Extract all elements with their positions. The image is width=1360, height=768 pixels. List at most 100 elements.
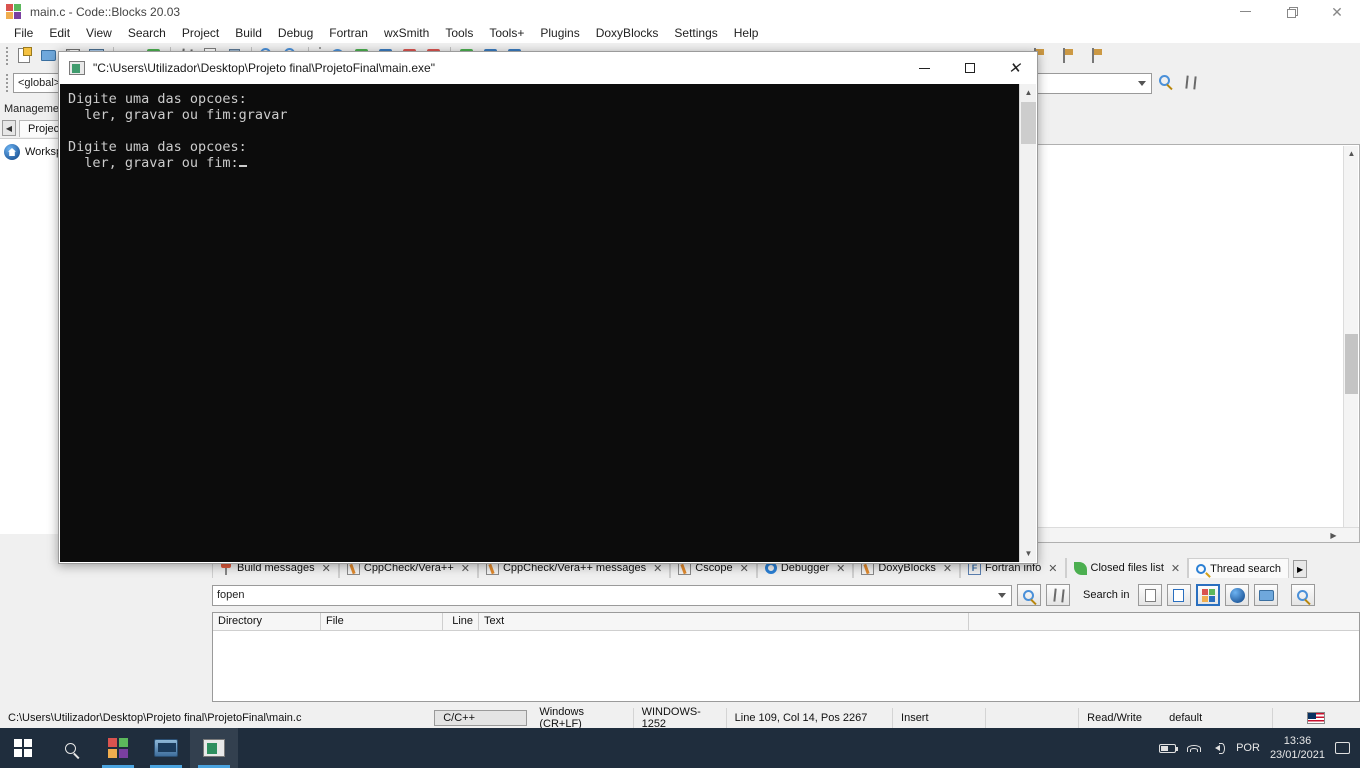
- console-window[interactable]: "C:\Users\Utilizador\Desktop\Projeto fin…: [58, 51, 1038, 564]
- symbol-settings-button[interactable]: [1180, 72, 1202, 94]
- menu-doxyblocks[interactable]: DoxyBlocks: [588, 24, 667, 42]
- new-file-button[interactable]: [14, 45, 36, 67]
- close-icon[interactable]: ✕: [1048, 562, 1057, 575]
- taskbar-codeblocks[interactable]: [94, 728, 142, 768]
- menu-search[interactable]: Search: [120, 24, 174, 42]
- close-icon: ✕: [1331, 3, 1343, 20]
- status-profile: default: [1161, 708, 1273, 728]
- editor-scroll-thumb[interactable]: [1345, 334, 1358, 394]
- menu-tools-plus[interactable]: Tools+: [481, 24, 532, 42]
- thread-search-toolbar: fopen Search in: [212, 582, 1360, 608]
- menu-plugins[interactable]: Plugins: [532, 24, 587, 42]
- open-folder-icon: [41, 50, 56, 61]
- taskbar-search-button[interactable]: [46, 728, 94, 768]
- column-header-line[interactable]: Line: [443, 613, 479, 630]
- console-app-icon: [69, 61, 85, 75]
- language-indicator[interactable]: POR: [1236, 742, 1260, 754]
- close-button[interactable]: ✕: [1314, 0, 1360, 23]
- codeblocks-logo-icon: [108, 738, 128, 758]
- console-scroll-thumb[interactable]: [1021, 102, 1036, 144]
- start-button[interactable]: [0, 728, 46, 768]
- clear-flags-button[interactable]: [1086, 45, 1108, 67]
- scope-combo-value: <global>: [18, 77, 61, 89]
- volume-icon[interactable]: [1212, 742, 1226, 754]
- scroll-up-icon[interactable]: ▲: [1020, 84, 1036, 101]
- search-in-open-files-button[interactable]: [1167, 584, 1192, 606]
- status-insert-mode: Insert: [893, 708, 987, 728]
- us-flag-icon: [1307, 712, 1326, 724]
- preview-button[interactable]: [1291, 584, 1316, 606]
- scroll-down-icon[interactable]: ▼: [1020, 545, 1036, 562]
- column-header-text[interactable]: Text: [479, 613, 969, 630]
- taskbar-console[interactable]: [190, 728, 238, 768]
- clock-date: 23/01/2021: [1269, 749, 1325, 761]
- next-flag-icon: [1063, 48, 1073, 63]
- column-header-directory[interactable]: Directory: [213, 613, 321, 630]
- scroll-right-icon[interactable]: ▶: [1326, 528, 1341, 543]
- toolbar-grip[interactable]: [4, 46, 11, 66]
- menu-wxsmith[interactable]: wxSmith: [376, 24, 437, 42]
- tab-scroll-left-button[interactable]: ◀: [2, 120, 16, 136]
- log-tab-closed-files-list[interactable]: Closed files list ✕: [1065, 558, 1189, 578]
- menu-help[interactable]: Help: [726, 24, 767, 42]
- close-icon: ✕: [1008, 59, 1021, 77]
- clock[interactable]: 13:36 23/01/2021: [1270, 734, 1325, 762]
- scope-toolbar-grip[interactable]: [4, 73, 11, 93]
- wifi-icon[interactable]: [1186, 742, 1202, 754]
- window-title: main.c - Code::Blocks 20.03: [30, 4, 181, 19]
- thread-search-run-button[interactable]: [1017, 584, 1041, 606]
- close-icon[interactable]: ✕: [1171, 562, 1180, 575]
- column-header-file[interactable]: File: [321, 613, 443, 630]
- console-vertical-scrollbar[interactable]: ▲ ▼: [1019, 84, 1036, 562]
- new-file-icon: [18, 47, 32, 63]
- search-in-label: Search in: [1083, 589, 1130, 601]
- restore-button[interactable]: [1268, 0, 1314, 23]
- log-tab-thread-search[interactable]: Thread search: [1188, 558, 1290, 578]
- notification-icon[interactable]: [1335, 742, 1350, 754]
- menu-tools[interactable]: Tools: [437, 24, 481, 42]
- symbol-find-button[interactable]: [1156, 72, 1178, 94]
- search-in-project-button[interactable]: [1138, 584, 1163, 606]
- menu-file[interactable]: File: [6, 24, 41, 42]
- menu-project[interactable]: Project: [174, 24, 227, 42]
- magnifier-icon: [1023, 590, 1034, 601]
- thread-search-options-button[interactable]: [1046, 584, 1070, 606]
- thread-search-input[interactable]: fopen: [212, 584, 1012, 606]
- search-in-directory-button[interactable]: [1225, 584, 1250, 606]
- console-line-1: Digite uma das opcoes:: [68, 91, 247, 107]
- tab-overflow-button[interactable]: ▶: [1293, 560, 1308, 578]
- taskbar-remote[interactable]: [142, 728, 190, 768]
- chevron-down-icon: [998, 593, 1006, 598]
- menu-build[interactable]: Build: [227, 24, 270, 42]
- editor-vertical-scrollbar[interactable]: ▲ ▼: [1343, 146, 1358, 541]
- thread-search-results[interactable]: Directory File Line Text: [212, 612, 1360, 702]
- console-line-4: Digite uma das opcoes:: [68, 139, 247, 155]
- statusbar: C:\Users\Utilizador\Desktop\Projeto fina…: [0, 706, 1360, 730]
- browse-folder-button[interactable]: [1254, 584, 1279, 606]
- menu-edit[interactable]: Edit: [41, 24, 78, 42]
- menu-settings[interactable]: Settings: [666, 24, 725, 42]
- status-blank: [986, 708, 1080, 728]
- search-in-workspace-button[interactable]: [1196, 584, 1221, 606]
- battery-icon[interactable]: [1159, 743, 1179, 753]
- scroll-up-icon[interactable]: ▲: [1344, 146, 1359, 161]
- console-title: "C:\Users\Utilizador\Desktop\Projeto fin…: [93, 61, 435, 75]
- minimize-button[interactable]: [1222, 0, 1268, 23]
- status-keyboard-layout[interactable]: [1273, 708, 1360, 728]
- console-titlebar[interactable]: "C:\Users\Utilizador\Desktop\Projeto fin…: [59, 52, 1037, 84]
- open-file-button[interactable]: [38, 45, 60, 67]
- console-close-button[interactable]: ✕: [992, 52, 1037, 84]
- goto-next-button[interactable]: [1057, 45, 1079, 67]
- status-encoding: WINDOWS-1252: [634, 706, 727, 730]
- console-maximize-button[interactable]: [947, 52, 992, 84]
- magnifier-icon: [1196, 563, 1207, 574]
- results-header-row: Directory File Line Text: [213, 613, 1359, 631]
- search-icon: [64, 742, 76, 754]
- status-caret-position: Line 109, Col 14, Pos 2267: [727, 708, 894, 728]
- menu-fortran[interactable]: Fortran: [321, 24, 376, 42]
- console-minimize-button[interactable]: [902, 52, 947, 84]
- menu-debug[interactable]: Debug: [270, 24, 321, 42]
- console-body[interactable]: Digite uma das opcoes: ler, gravar ou fi…: [60, 84, 1036, 562]
- workspace-icon: [4, 144, 20, 160]
- menu-view[interactable]: View: [78, 24, 120, 42]
